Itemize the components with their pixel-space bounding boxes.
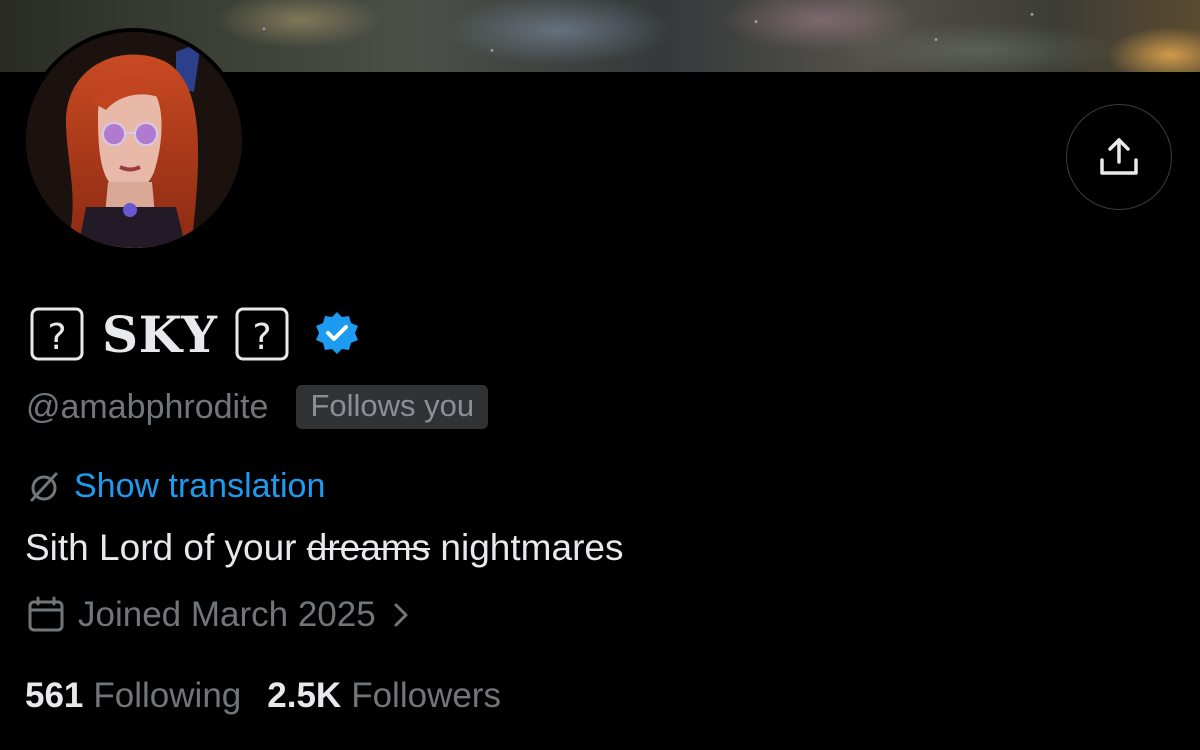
username-handle: @amabphrodite xyxy=(26,387,269,426)
following-stat[interactable]: 561 Following xyxy=(25,676,241,716)
translate-slash-icon xyxy=(30,472,58,502)
followers-count: 2.5K xyxy=(267,676,342,715)
follow-stats: 561 Following 2.5K Followers xyxy=(25,673,501,719)
following-label: Following xyxy=(93,676,242,715)
show-translation-label[interactable]: Show translation xyxy=(74,467,325,506)
handle-row: @amabphrodite Follows you xyxy=(26,384,489,430)
following-count: 561 xyxy=(25,676,84,715)
joined-date-text: Joined March 2025 xyxy=(78,595,376,634)
profile-bio: Sith Lord of your dreams nightmares xyxy=(25,525,623,571)
bio-struck-word: dreams xyxy=(306,527,431,568)
svg-text:?: ? xyxy=(47,317,66,358)
joined-date-row[interactable]: Joined March 2025 xyxy=(26,592,414,638)
bio-text-start: Sith Lord of your xyxy=(25,527,307,568)
profile-avatar[interactable] xyxy=(22,28,246,252)
share-button[interactable] xyxy=(1066,104,1172,210)
unknown-glyph-icon: ? xyxy=(235,307,289,361)
follows-you-badge: Follows you xyxy=(296,385,489,429)
avatar-image xyxy=(26,32,242,248)
display-name-text: SKY xyxy=(102,304,218,364)
chevron-right-icon xyxy=(394,603,408,627)
verified-badge-icon[interactable] xyxy=(313,310,361,358)
share-upload-icon xyxy=(1100,138,1138,175)
show-translation-link[interactable]: Show translation xyxy=(26,464,325,508)
calendar-icon xyxy=(28,596,64,632)
bio-text-end: nightmares xyxy=(430,527,624,568)
unknown-glyph-icon: ? xyxy=(30,307,84,361)
svg-text:?: ? xyxy=(253,317,272,358)
followers-stat[interactable]: 2.5K Followers xyxy=(267,676,501,716)
avatar-portrait xyxy=(26,32,242,248)
followers-label: Followers xyxy=(351,676,501,715)
display-name: ? SKY ? xyxy=(28,303,361,365)
